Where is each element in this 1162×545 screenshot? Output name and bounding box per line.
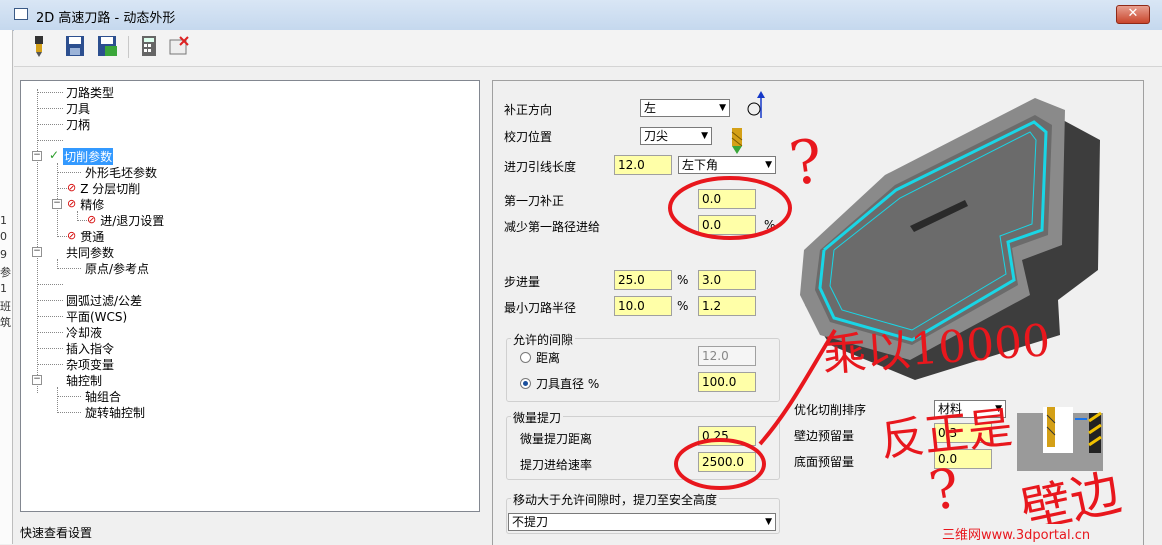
calculator-icon[interactable] bbox=[138, 34, 160, 58]
annotation-circle-lift-feed bbox=[674, 438, 766, 490]
expand-toggle-axis[interactable]: − bbox=[32, 375, 42, 385]
tree-connector bbox=[57, 268, 81, 269]
tree-connector bbox=[37, 284, 63, 285]
expand-toggle-cut-params[interactable]: − bbox=[32, 151, 42, 161]
toolbar-separator bbox=[128, 36, 129, 58]
tree-connector bbox=[37, 364, 63, 365]
strip-text-1: 1 bbox=[0, 214, 7, 227]
stepover-label: 步进量 bbox=[504, 275, 541, 289]
tree-connector bbox=[37, 108, 63, 109]
micro-lift-distance-label: 微量提刀距离 bbox=[520, 432, 593, 446]
tree-item-finish[interactable]: ⊘ 精修 bbox=[67, 196, 104, 212]
reduce-first-pass-label: 减少第一路径进给 bbox=[504, 220, 601, 234]
check-icon: ✓ bbox=[49, 148, 60, 162]
gap-distance-radio[interactable] bbox=[520, 352, 531, 363]
tool-icon[interactable] bbox=[28, 34, 50, 58]
comp-direction-select[interactable]: 左 ▼ bbox=[640, 99, 730, 117]
tree-connector bbox=[37, 300, 63, 301]
strip-text-5: 1 bbox=[0, 282, 7, 295]
error-icon: ⊘ bbox=[67, 181, 77, 194]
watermark-text: 三维网www.3dportal.cn bbox=[942, 524, 1091, 543]
window-title: 2D 高速刀路 - 动态外形 bbox=[36, 11, 176, 26]
tree-connector bbox=[37, 332, 63, 333]
chevron-down-icon: ▼ bbox=[719, 103, 726, 113]
error-icon: ⊘ bbox=[67, 197, 77, 210]
quick-view-settings[interactable]: 快速查看设置 bbox=[20, 524, 92, 541]
strip-text-6: 班 bbox=[0, 300, 11, 313]
error-icon: ⊘ bbox=[87, 213, 97, 226]
tree-item-depth-cuts[interactable]: ⊘ Z 分层切削 bbox=[67, 180, 140, 196]
gap-size-title: 允许的间隙 bbox=[511, 331, 576, 348]
first-offset-label: 第一刀补正 bbox=[504, 194, 565, 208]
tip-comp-label: 校刀位置 bbox=[504, 130, 553, 144]
comp-direction-label: 补正方向 bbox=[504, 103, 553, 117]
tree-connector bbox=[57, 172, 81, 173]
tree-connector bbox=[57, 387, 58, 413]
error-icon: ⊘ bbox=[67, 229, 77, 242]
tree-connector bbox=[57, 412, 81, 413]
gap-distance-label: 距离 bbox=[536, 351, 561, 365]
gap-tooldia-radio[interactable] bbox=[520, 378, 531, 389]
tree-connector bbox=[37, 140, 63, 141]
clear-icon[interactable] bbox=[168, 34, 190, 58]
micro-lift-title: 微量提刀 bbox=[511, 409, 564, 426]
strip-text-2: 0 bbox=[0, 230, 7, 243]
annotation-circle-first-offset bbox=[668, 176, 792, 240]
expand-toggle-finish[interactable]: − bbox=[52, 199, 62, 209]
tree-connector bbox=[37, 124, 63, 125]
gap-tooldia-label: 刀具直径 % bbox=[536, 377, 600, 391]
micro-lift-feed-label: 提刀进给速率 bbox=[520, 458, 593, 472]
strip-text-4: 参 bbox=[0, 266, 11, 279]
tree-item-lead-in-out[interactable]: ⊘ 进/退刀设置 bbox=[87, 212, 164, 228]
window-icon bbox=[14, 8, 28, 20]
strip-text-3: 9 bbox=[0, 248, 7, 261]
save-icon[interactable] bbox=[64, 34, 86, 58]
save-as-icon[interactable] bbox=[96, 34, 118, 58]
min-radius-label: 最小刀路半径 bbox=[504, 301, 577, 315]
tree-item-break-through[interactable]: ⊘ 贯通 bbox=[67, 228, 104, 244]
parameter-tree: − − − − 刀路类型 刀具 刀柄 ✓ 切削参数 外形毛坯参数 ⊘ Z 分层切削 … bbox=[20, 80, 480, 512]
lead-length-label: 进刀引线长度 bbox=[504, 160, 577, 174]
comp-direction-icon bbox=[747, 91, 765, 118]
tree-connector bbox=[37, 316, 63, 317]
tree-connector bbox=[37, 348, 63, 349]
tree-connector bbox=[37, 92, 63, 93]
close-button[interactable]: ✕ bbox=[1116, 5, 1150, 24]
expand-toggle-common[interactable]: − bbox=[32, 247, 42, 257]
tree-connector bbox=[57, 396, 81, 397]
strip-text-7: 筑 bbox=[0, 316, 11, 329]
tree-item-cut-params[interactable]: ✓ 切削参数 bbox=[49, 148, 114, 165]
